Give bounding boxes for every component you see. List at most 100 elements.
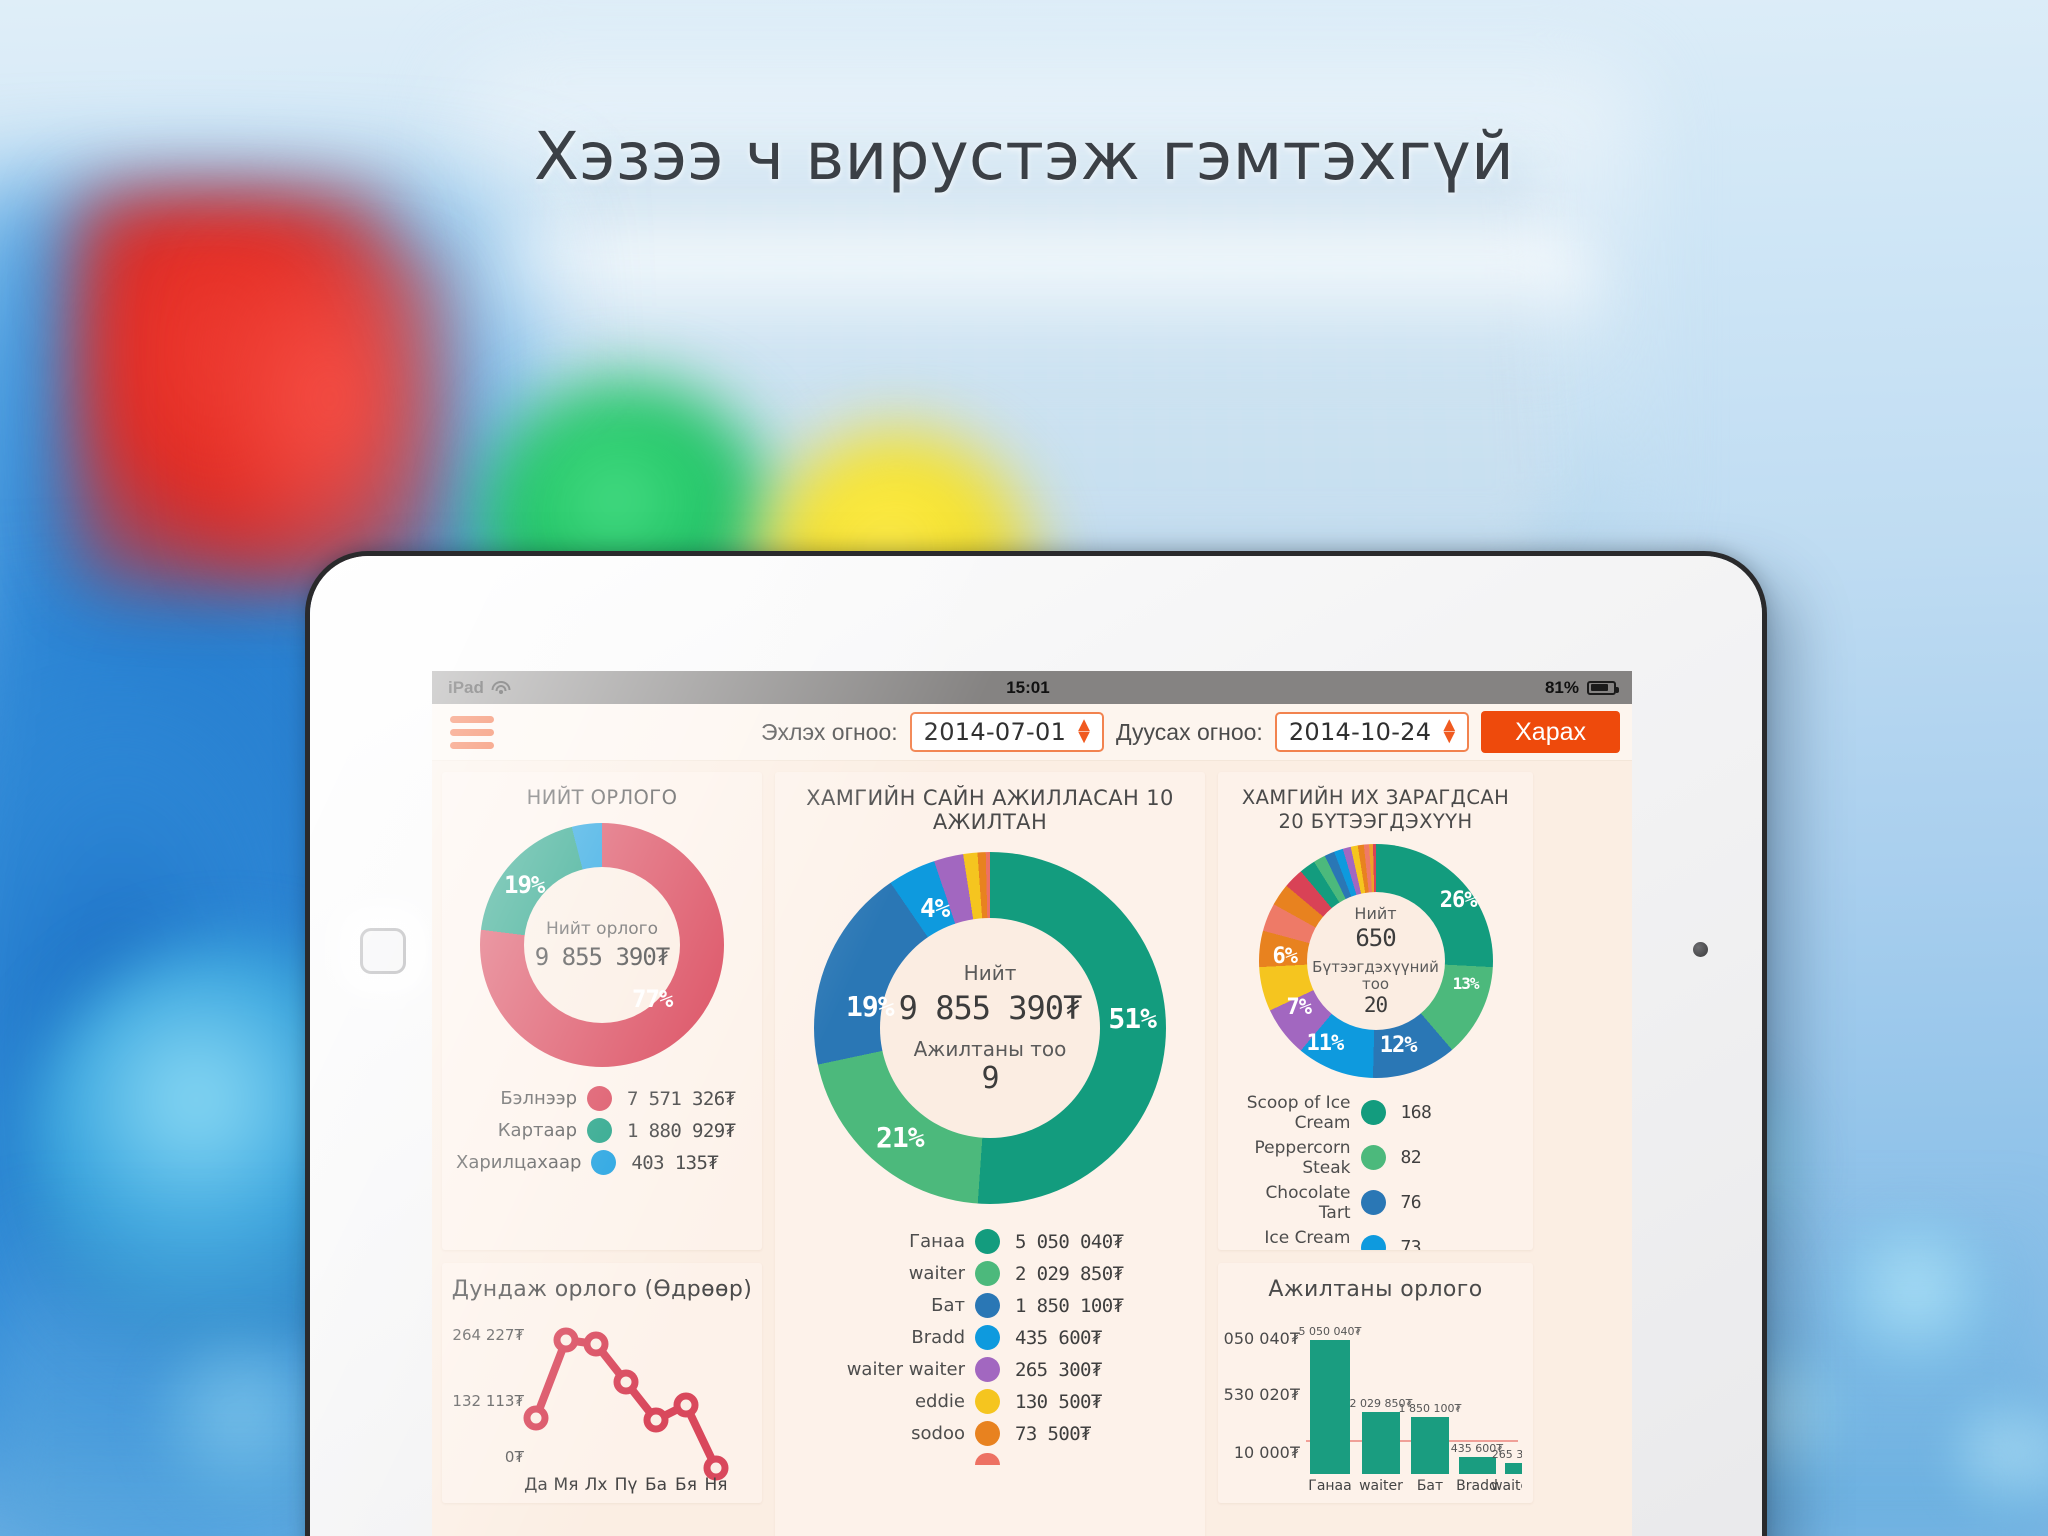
bar-ytick-2: 10 000₮	[1234, 1443, 1301, 1462]
legend-color-swatch	[587, 1086, 612, 1111]
bar-xtick-1: waiter	[1359, 1478, 1403, 1494]
bar-ytick-0: 5 050 040₮	[1222, 1329, 1301, 1348]
donut-ring: Нийт орлого 9 855 390₮ 19% 77%	[480, 823, 724, 1067]
card-total-income: НИЙТ ОРЛОГО Нийт орлого 9 855 390₮ 19% 7…	[442, 772, 762, 1250]
hamburger-menu-icon[interactable]	[450, 715, 494, 749]
donut-center-value-count: 20	[1363, 992, 1388, 1017]
legend-value: 265 300₮	[1015, 1358, 1102, 1381]
legend-label: Bradd	[911, 1327, 965, 1348]
legend-item[interactable]: Бэлнээр 7 571 326₮	[456, 1086, 748, 1111]
legend-color-swatch	[975, 1357, 1000, 1382]
legend-value: 5 050 040₮	[1015, 1230, 1124, 1253]
line-xtick-5: Бя	[675, 1475, 697, 1495]
legend-item[interactable]: sodoo 73 500₮	[789, 1421, 1191, 1446]
legend-item[interactable]: Chocolate Tart 76	[1232, 1183, 1519, 1223]
card-title-top-products: ХАМГИЙН ИХ ЗАРАГДСАН 20 БҮТЭЭГДЭХҮҮН	[1241, 786, 1510, 833]
legend-item[interactable]: Бат 1 850 100₮	[789, 1293, 1191, 1318]
legend-label: Харилцахаар	[456, 1152, 582, 1173]
card-title-total-income: НИЙТ ОРЛОГО	[526, 786, 678, 809]
ipad-screen: iPad 15:01 81% Эхлэх огноо: 2014-07-01 ▲…	[432, 671, 1632, 1536]
legend-item[interactable]: Peppercorn Steak 82	[1232, 1138, 1519, 1178]
top-products-legend: Scoop of Ice Cream 168 Peppercorn Steak …	[1218, 1082, 1533, 1250]
legend-item[interactable]: waiter waiter 265 300₮	[789, 1357, 1191, 1382]
legend-color-swatch	[975, 1453, 1000, 1465]
legend-item[interactable]: Ганаа 5 050 040₮	[789, 1229, 1191, 1254]
legend-item-clipped[interactable]	[789, 1453, 1191, 1465]
legend-color-swatch	[975, 1261, 1000, 1286]
employee-income-bar-chart: 5 050 040₮ 2 530 020₮ 10 000₮	[1218, 1306, 1533, 1503]
ipad-home-button[interactable]	[360, 928, 406, 974]
view-button[interactable]: Харах	[1481, 711, 1620, 753]
donut-slice-percent-green: 19%	[504, 871, 545, 899]
start-date-stepper-icon[interactable]: ▲ ▼	[1072, 716, 1094, 747]
ipad-device-frame: iPad 15:01 81% Эхлэх огноо: 2014-07-01 ▲…	[310, 556, 1762, 1536]
donut-ring: Нийт 9 855 390₮ Ажилтаны тоо 9 51% 21% 1…	[814, 852, 1166, 1204]
legend-item[interactable]: eddie 130 500₮	[789, 1389, 1191, 1414]
legend-label: Бат	[931, 1295, 965, 1316]
line-xtick-4: Ба	[645, 1475, 667, 1495]
line-ytick-2: 0₮	[505, 1448, 525, 1466]
card-top-employees: ХАМГИЙН САЙН АЖИЛЛАСАН 10 АЖИЛТАН Нийт 9…	[775, 772, 1205, 1536]
card-title-employee-income: Ажилтаны орлого	[1268, 1277, 1483, 1302]
legend-label: Chocolate Tart	[1265, 1182, 1351, 1223]
ipad-front-camera-icon	[1693, 942, 1708, 957]
line-xtick-6: Ня	[704, 1475, 727, 1495]
legend-label: Peppercorn Steak	[1254, 1137, 1351, 1178]
legend-item[interactable]: waiter 2 029 850₮	[789, 1261, 1191, 1286]
donut-slice-percent-1: 26%	[1439, 887, 1478, 913]
line-ytick-1: 132 113₮	[452, 1392, 524, 1410]
card-average-income: Дундаж орлого (Өдрөөр) 264 227₮ 132 113₮…	[442, 1263, 762, 1503]
legend-color-swatch	[975, 1229, 1000, 1254]
legend-item-clipped[interactable]: Ice Cream Trio 73	[1232, 1228, 1519, 1250]
bar-chart-svg: 5 050 040₮ 2 530 020₮ 10 000₮	[1218, 1325, 1533, 1494]
legend-label: waiter waiter	[846, 1359, 965, 1380]
donut-center: Нийт 9 855 390₮ Ажилтаны тоо 9	[880, 918, 1100, 1138]
legend-label: Бэлнээр	[500, 1088, 577, 1109]
card-title-average-income: Дундаж орлого (Өдрөөр)	[451, 1277, 753, 1302]
donut-slice-percent-4: 11%	[1306, 1030, 1345, 1056]
end-date-input[interactable]: 2014-10-24 ▲ ▼	[1274, 712, 1470, 752]
donut-center-label-total: Нийт	[963, 960, 1017, 985]
donut-slice-percent-6: 6%	[1272, 943, 1298, 969]
legend-color-swatch	[1360, 1100, 1386, 1126]
donut-ring: Нийт 650 Бүтээгдэхүүний тоо 20 26% 13% 1…	[1258, 843, 1493, 1078]
start-date-input[interactable]: 2014-07-01 ▲ ▼	[909, 712, 1104, 752]
legend-color-swatch	[1360, 1190, 1386, 1216]
battery-percent-label: 81%	[1544, 677, 1579, 697]
legend-color-swatch	[1360, 1145, 1386, 1171]
legend-item[interactable]: Картаар 1 880 929₮	[456, 1118, 748, 1143]
top-products-donut-chart: Нийт 650 Бүтээгдэхүүний тоо 20 26% 13% 1…	[1218, 843, 1533, 1078]
background-red-block-2	[200, 250, 460, 580]
dashboard-column-2: ХАМГИЙН САЙН АЖИЛЛАСАН 10 АЖИЛТАН Нийт 9…	[775, 772, 1205, 1536]
bar-value-label-4: 265 300₮	[1492, 1448, 1522, 1461]
bar-xtick-0: Ганаа	[1308, 1478, 1351, 1494]
donut-slice-percent-lightblue: 4%	[920, 894, 950, 924]
end-date-stepper-icon[interactable]: ▲ ▼	[1437, 716, 1459, 747]
line-xtick-0: Да	[524, 1475, 548, 1495]
donut-center-label-total: Нийт	[1354, 904, 1397, 924]
legend-label: Ice Cream Trio	[1264, 1227, 1351, 1250]
dashboard-grid: НИЙТ ОРЛОГО Нийт орлого 9 855 390₮ 19% 7…	[432, 761, 1632, 1536]
legend-color-swatch	[587, 1118, 612, 1143]
line-chart-svg: 264 227₮ 132 113₮ 0₮ Да Мя Лх Пү Ба Бя Н…	[452, 1326, 729, 1495]
legend-item[interactable]: Харилцахаар 403 135₮	[456, 1150, 748, 1175]
start-date-label: Эхлэх огноо:	[760, 718, 898, 745]
legend-label: Scoop of Ice Cream	[1246, 1092, 1351, 1133]
legend-color-swatch	[975, 1389, 1000, 1414]
legend-item[interactable]: Bradd 435 600₮	[789, 1325, 1191, 1350]
status-bar-left: iPad	[448, 678, 511, 698]
legend-color-swatch	[1360, 1235, 1386, 1250]
line-xtick-2: Лх	[585, 1475, 608, 1495]
donut-center: Нийт 650 Бүтээгдэхүүний тоо 20	[1306, 891, 1445, 1030]
donut-center-value-count: 9	[981, 1060, 999, 1096]
wifi-icon	[491, 680, 511, 695]
donut-slice-percent-green: 21%	[876, 1121, 925, 1154]
dashboard-column-3: ХАМГИЙН ИХ ЗАРАГДСАН 20 БҮТЭЭГДЭХҮҮН Ний…	[1218, 772, 1533, 1536]
bar-ytick-1: 2 530 020₮	[1222, 1385, 1301, 1404]
total-income-donut-chart: Нийт орлого 9 855 390₮ 19% 77%	[442, 823, 762, 1067]
legend-value: 1 850 100₮	[1015, 1294, 1124, 1317]
status-device-name: iPad	[448, 677, 484, 697]
app-toolbar: Эхлэх огноо: 2014-07-01 ▲ ▼ Дуусах огноо:…	[432, 704, 1632, 761]
legend-item[interactable]: Scoop of Ice Cream 168	[1232, 1093, 1519, 1133]
legend-label: Ганаа	[909, 1231, 965, 1252]
